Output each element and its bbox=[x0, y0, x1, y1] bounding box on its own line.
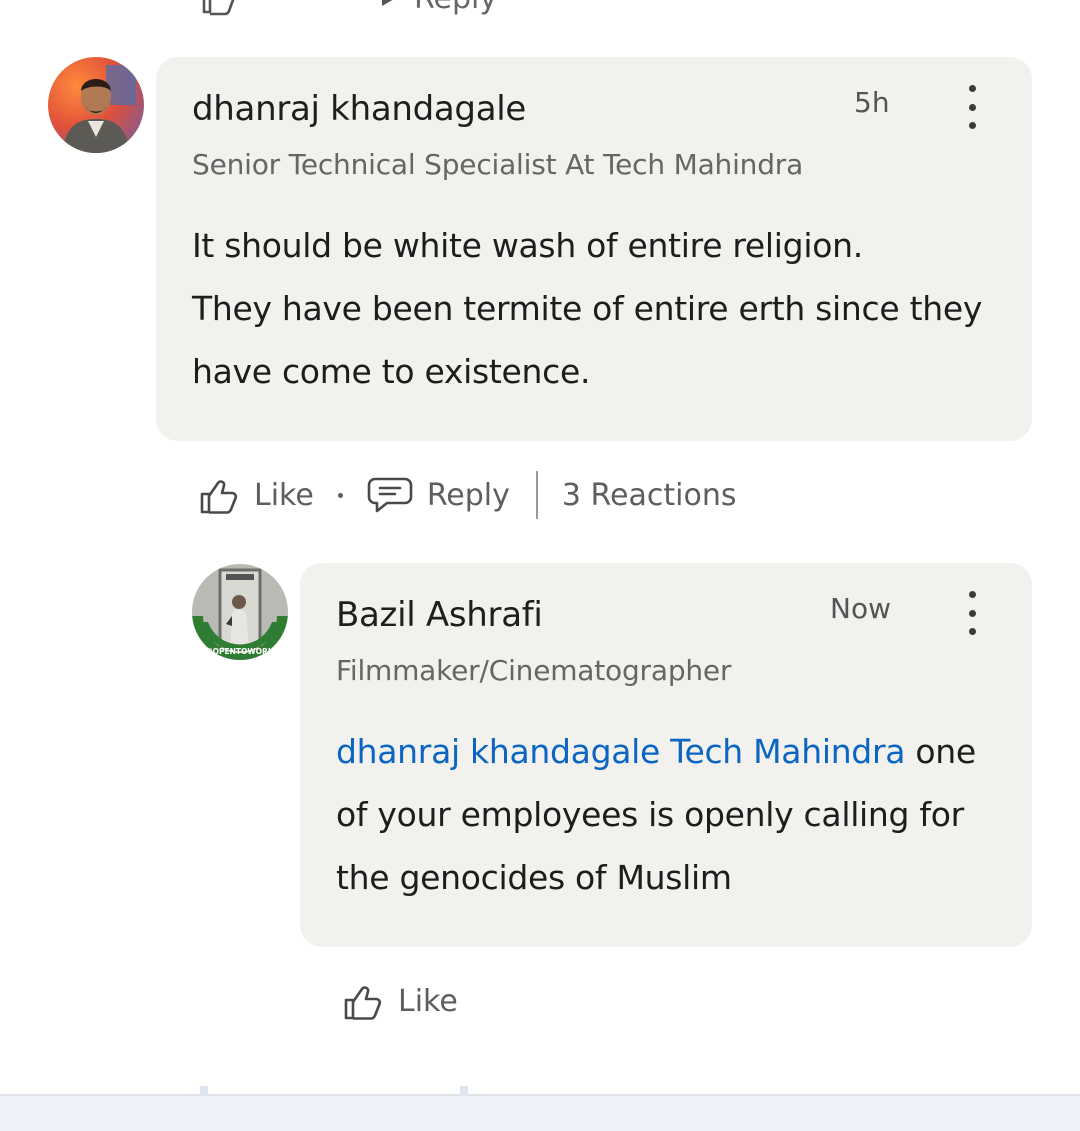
reply-line-rest: one bbox=[905, 732, 976, 771]
reply-line: the genocides of Muslim bbox=[336, 858, 732, 897]
like-label: Like bbox=[398, 983, 458, 1019]
reply-actions: Like bbox=[342, 976, 458, 1026]
comment-line: have come to existence. bbox=[192, 352, 591, 391]
reply-bubble: Bazil Ashrafi Now Filmmaker/Cinematograp… bbox=[300, 563, 1032, 947]
comment-line: They have been termite of entire erth si… bbox=[192, 289, 983, 328]
profile-photo-icon bbox=[48, 57, 144, 153]
comment-text: It should be white wash of entire religi… bbox=[192, 214, 1012, 403]
comment-line: It should be white wash of entire religi… bbox=[192, 226, 863, 265]
more-options-icon bbox=[968, 591, 976, 598]
like-button[interactable]: Like bbox=[198, 474, 314, 516]
thumbs-up-icon bbox=[202, 0, 235, 16]
comments-thread: Reply dhanraj khandagale 5h bbox=[0, 0, 1080, 1131]
more-options-icon bbox=[968, 85, 976, 92]
thumbs-up-icon bbox=[344, 986, 382, 1020]
comment-actions: Like Reply 3 Reactions bbox=[198, 470, 736, 520]
more-options-button[interactable] bbox=[962, 85, 982, 129]
reply-button[interactable]: Reply bbox=[367, 475, 510, 515]
separator-dot bbox=[337, 492, 343, 498]
more-dot bbox=[968, 103, 976, 111]
comment-author-headline: Senior Technical Specialist At Tech Mahi… bbox=[192, 148, 804, 181]
more-options-button[interactable] bbox=[962, 591, 982, 635]
action-divider bbox=[535, 471, 538, 519]
like-label: Like bbox=[254, 477, 314, 513]
profile-photo-icon: #OPENTOWORK bbox=[192, 564, 288, 660]
reactions-count[interactable]: 3 Reactions bbox=[562, 478, 737, 513]
more-dot bbox=[968, 609, 976, 617]
more-dot bbox=[968, 628, 976, 635]
comment-author[interactable]: dhanraj khandagale bbox=[192, 89, 526, 129]
avatar[interactable] bbox=[48, 57, 144, 153]
bottom-bar bbox=[0, 1094, 1080, 1131]
previous-comment-actions: Reply bbox=[198, 0, 497, 18]
reply-text: dhanraj khandagale Tech Mahindra one of … bbox=[336, 720, 1016, 909]
more-dot bbox=[968, 122, 976, 129]
like-button[interactable]: Like bbox=[342, 980, 458, 1022]
previous-reply-label: Reply bbox=[414, 0, 497, 16]
reply-arrow-icon bbox=[382, 0, 393, 6]
next-content-peek bbox=[200, 1086, 470, 1094]
thumbs-up-icon bbox=[200, 480, 238, 514]
reply-timestamp: Now bbox=[830, 592, 891, 625]
reply-line: of your employees is openly calling for bbox=[336, 795, 964, 834]
comment-bubble: dhanraj khandagale 5h Senior Technical S… bbox=[156, 57, 1032, 441]
open-to-work-text: #OPENTOWORK bbox=[206, 647, 274, 656]
reply-author[interactable]: Bazil Ashrafi bbox=[336, 595, 543, 635]
reply-avatar[interactable]: #OPENTOWORK bbox=[192, 564, 288, 660]
mention-link[interactable]: dhanraj khandagale Tech Mahindra bbox=[336, 732, 905, 771]
previous-reply-button[interactable]: Reply bbox=[378, 0, 497, 16]
reply-line: dhanraj khandagale Tech Mahindra one bbox=[336, 720, 1016, 783]
previous-like-button[interactable] bbox=[198, 0, 238, 18]
reply-author-headline: Filmmaker/Cinematographer bbox=[336, 654, 732, 687]
comment-icon bbox=[367, 477, 413, 513]
reply-label: Reply bbox=[426, 477, 510, 513]
comment-timestamp: 5h bbox=[854, 86, 890, 119]
